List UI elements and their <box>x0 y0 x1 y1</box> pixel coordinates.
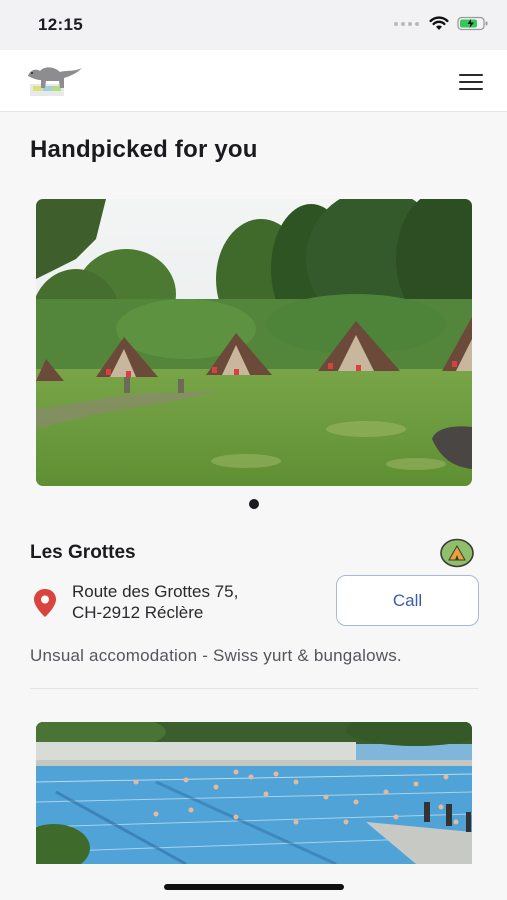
cellular-signal-icon <box>394 21 419 26</box>
tent-icon <box>440 538 474 568</box>
wifi-icon <box>429 16 449 30</box>
dinosaur-logo-icon[interactable] <box>24 60 86 100</box>
status-bar: 12:15 <box>0 0 507 50</box>
venue-address: Route des Grottes 75, CH-2912 Réclère <box>72 581 238 623</box>
address-line-2: CH-2912 Réclère <box>72 603 204 622</box>
divider <box>30 688 479 689</box>
status-time: 12:15 <box>38 15 83 34</box>
featured-card-image[interactable] <box>36 199 472 486</box>
address-line-1: Route des Grottes 75, <box>72 582 239 601</box>
hamburger-menu-icon[interactable] <box>457 72 485 92</box>
call-button[interactable]: Call <box>336 575 479 626</box>
status-icons <box>394 16 489 31</box>
section-title: Handpicked for you <box>30 136 258 163</box>
home-indicator[interactable] <box>164 884 344 890</box>
app-header <box>0 50 507 112</box>
battery-charging-icon <box>457 16 488 31</box>
location-pin-icon <box>34 589 56 617</box>
app-screen: 12:15 Handpicked for you Les Grottes Rou… <box>0 0 507 900</box>
venue-description: Unsual accomodation - Swiss yurt & bunga… <box>30 646 402 665</box>
second-card-image[interactable] <box>36 722 472 864</box>
carousel-page-indicator[interactable] <box>249 499 259 509</box>
venue-name[interactable]: Les Grottes <box>30 542 136 564</box>
